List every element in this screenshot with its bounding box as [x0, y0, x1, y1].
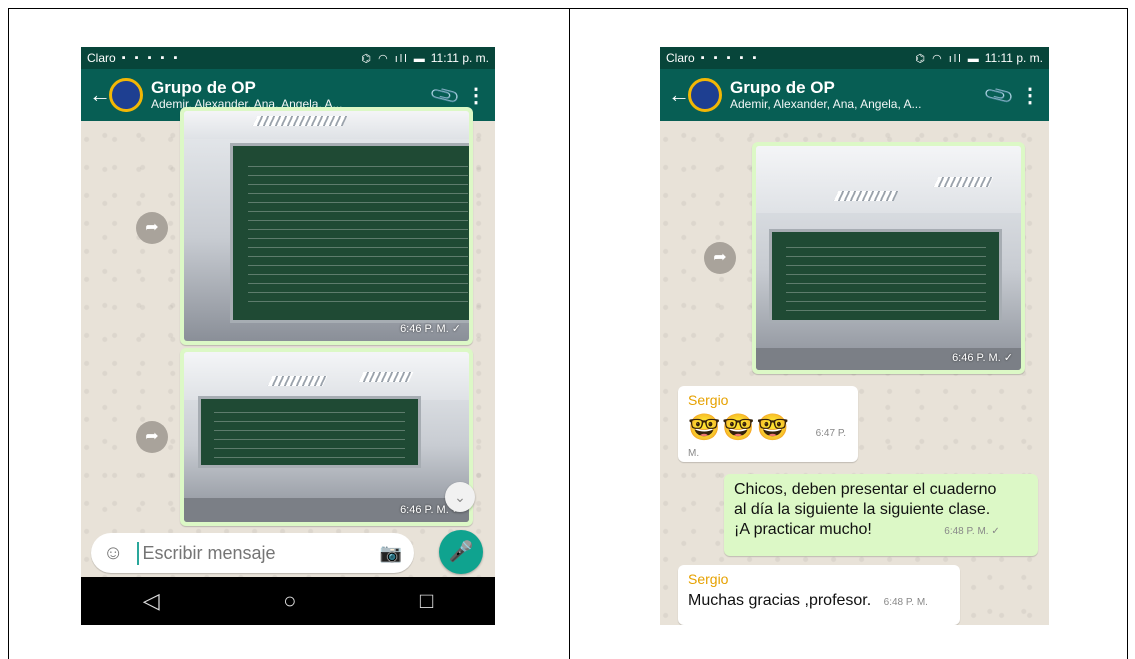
chat-title-block[interactable]: Grupo de OP Ademir, Alexander, Ana, Ange… — [730, 78, 979, 112]
message-input[interactable] — [136, 541, 377, 565]
group-members: Ademir, Alexander, Ana, Angela, A... — [730, 97, 922, 111]
message-text: Muchas gracias ,profesor. — [688, 592, 872, 609]
group-avatar[interactable] — [688, 78, 722, 112]
forward-icon[interactable]: ➦ — [136, 212, 168, 244]
message-text-line: Chicos, deben presentar el cuaderno — [734, 481, 997, 498]
message-emojis: 🤓🤓🤓 — [688, 412, 792, 442]
image-timestamp: 6:46 P. M.✓ — [400, 323, 461, 335]
image-timestamp: 6:46 P. M.✓ — [952, 352, 1013, 364]
sender-name: Sergio — [688, 392, 729, 408]
sender-name: Sergio — [688, 571, 729, 587]
attach-icon[interactable]: 📎 — [975, 73, 1022, 116]
message-text-line: ¡A practicar mucho! 6:48 P. M. ✓ — [734, 521, 1000, 538]
more-options-icon[interactable]: ⋮ — [465, 83, 487, 108]
forward-icon[interactable]: ➦ — [136, 421, 168, 453]
android-nav-bar: ◁ ○ □ — [81, 577, 495, 625]
nav-home-icon[interactable]: ○ — [283, 588, 296, 614]
message-input-box: ☺ 📷 — [91, 533, 414, 573]
right-phone-screenshot: Claro ▪ ▪ ▪ ▪ ▪ ⌬ ◠ ıll ▬ 11:11 p. m. ← … — [660, 47, 1049, 625]
image-message[interactable]: 6:46 P. M.✓ — [752, 142, 1025, 374]
back-arrow-icon[interactable]: ← — [668, 82, 690, 108]
chat-header: ← Grupo de OP Ademir, Alexander, Ana, An… — [660, 69, 1049, 121]
carrier-label: Claro — [87, 51, 116, 65]
notification-icons: ▪ ▪ ▪ ▪ ▪ — [121, 52, 181, 64]
status-time: 11:11 p. m. — [430, 51, 489, 65]
camera-icon[interactable]: 📷 — [377, 543, 402, 564]
more-options-icon[interactable]: ⋮ — [1019, 83, 1041, 108]
left-phone-screenshot: Claro ▪ ▪ ▪ ▪ ▪ ⌬ ◠ ıll ▬ 11:11 p. m. ← … — [81, 47, 495, 625]
mic-icon: 🎤 — [448, 541, 474, 563]
frame-border-left — [8, 8, 9, 659]
classroom-photo: 6:46 P. M.✓ — [184, 111, 469, 341]
emoji-icon[interactable]: ☺ — [103, 542, 127, 565]
incoming-message[interactable]: Sergio Muchas gracias ,profesor. 6:48 P.… — [678, 565, 960, 625]
status-bar: Claro ▪ ▪ ▪ ▪ ▪ ⌬ ◠ ıll ▬ 11:11 p. m. — [81, 47, 495, 69]
message-composer: ☺ 📷 🎤 — [81, 527, 495, 577]
group-avatar[interactable] — [109, 78, 143, 112]
status-bar: Claro ▪ ▪ ▪ ▪ ▪ ⌬ ◠ ıll ▬ 11:11 p. m. — [660, 47, 1049, 69]
message-time: 6:48 P. M. — [883, 597, 928, 608]
nav-back-icon[interactable]: ◁ — [143, 588, 160, 614]
back-arrow-icon[interactable]: ← — [89, 82, 111, 108]
message-time: 6:48 P. M. ✓ — [944, 526, 1000, 537]
frame-divider — [569, 8, 570, 659]
forward-icon[interactable]: ➦ — [704, 242, 736, 274]
carrier-label: Claro — [666, 51, 695, 65]
nav-recent-icon[interactable]: □ — [420, 588, 433, 614]
incoming-message[interactable]: Sergio 🤓🤓🤓 6:47 P. M. — [678, 386, 858, 462]
group-title: Grupo de OP — [730, 78, 835, 97]
status-time: 11:11 p. m. — [984, 51, 1043, 65]
classroom-photo: 6:46 P. M.✓ — [756, 146, 1021, 370]
outgoing-message[interactable]: Chicos, deben presentar el cuaderno al d… — [724, 474, 1038, 556]
notification-icons: ▪ ▪ ▪ ▪ ▪ — [700, 52, 760, 64]
signal-battery-icons: ⌬ ◠ ıll ▬ — [915, 52, 981, 65]
classroom-photo: 6:46 P. M.✓ — [184, 352, 469, 522]
message-text-line: al día la siguiente la siguiente clase. — [734, 501, 991, 518]
signal-battery-icons: ⌬ ◠ ıll ▬ — [361, 52, 427, 65]
frame-border-top — [8, 8, 1128, 9]
group-title: Grupo de OP — [151, 78, 256, 97]
image-message[interactable]: 6:46 P. M.✓ — [180, 107, 473, 345]
mic-button[interactable]: 🎤 — [439, 530, 483, 574]
frame-border-right — [1127, 8, 1128, 659]
image-message[interactable]: 6:46 P. M.✓ — [180, 348, 473, 526]
scroll-down-icon[interactable]: ⌄ — [445, 482, 475, 512]
